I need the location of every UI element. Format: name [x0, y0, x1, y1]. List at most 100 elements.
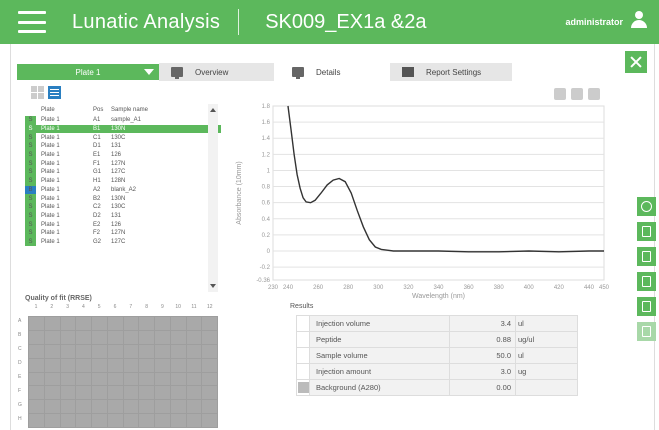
plate-well[interactable]	[107, 317, 123, 330]
plate-well[interactable]	[76, 414, 91, 427]
plate-well[interactable]	[44, 414, 60, 427]
plate-well[interactable]	[139, 330, 154, 344]
tab-overview[interactable]: Overview	[159, 63, 274, 81]
column-header-plate[interactable]: Plate	[36, 103, 93, 116]
scroll-down-icon[interactable]	[210, 284, 216, 288]
plate-well[interactable]	[29, 358, 44, 372]
plate-well[interactable]	[76, 330, 91, 344]
plate-well[interactable]	[123, 317, 139, 330]
plate-well[interactable]	[107, 344, 123, 358]
table-row[interactable]: S Plate 1 C2 130C	[25, 202, 221, 212]
plate-well[interactable]	[202, 372, 217, 386]
user-name[interactable]: administrator	[565, 17, 623, 27]
plate-well[interactable]	[170, 414, 186, 427]
plate-well[interactable]	[139, 317, 154, 330]
plate-well[interactable]	[202, 386, 217, 400]
plate-well[interactable]	[139, 414, 154, 427]
hamburger-menu-icon[interactable]	[18, 11, 46, 33]
plate-well[interactable]	[155, 330, 170, 344]
chart-button[interactable]	[637, 222, 656, 241]
plate-well[interactable]	[123, 414, 139, 427]
monitor-button[interactable]	[637, 297, 656, 316]
plate-well[interactable]	[186, 414, 202, 427]
scroll-up-icon[interactable]	[210, 108, 216, 112]
plate-well[interactable]	[202, 414, 217, 427]
plate-well[interactable]	[107, 400, 123, 414]
plate-well[interactable]	[92, 372, 107, 386]
plate-well[interactable]	[60, 358, 76, 372]
plate-well[interactable]	[170, 358, 186, 372]
grid-view-icon[interactable]	[31, 86, 44, 99]
plate-well[interactable]	[123, 372, 139, 386]
user-icon[interactable]	[631, 11, 647, 29]
plate-well[interactable]	[202, 400, 217, 414]
plate-well[interactable]	[155, 344, 170, 358]
plate-well[interactable]	[186, 386, 202, 400]
plate-well[interactable]	[60, 372, 76, 386]
plate-well[interactable]	[92, 358, 107, 372]
plate-well[interactable]	[29, 414, 44, 427]
table-row[interactable]: S Plate 1 G2 127C	[25, 237, 221, 247]
plate-well[interactable]	[139, 400, 154, 414]
close-button[interactable]	[625, 51, 647, 73]
table-row[interactable]: S Plate 1 C1 130C	[25, 133, 221, 143]
plate-well[interactable]	[107, 358, 123, 372]
expand-icon[interactable]	[588, 88, 600, 100]
plate-well[interactable]	[107, 372, 123, 386]
plate-well[interactable]	[139, 344, 154, 358]
plate-well[interactable]	[76, 317, 91, 330]
plate-well[interactable]	[60, 330, 76, 344]
plate-well[interactable]	[170, 344, 186, 358]
tab-details[interactable]: Details	[280, 63, 388, 81]
zoom-icon[interactable]	[554, 88, 566, 100]
table-row[interactable]: S Plate 1 A1 sample_A1	[25, 116, 221, 125]
document-button[interactable]	[637, 247, 656, 266]
plate-well[interactable]	[60, 317, 76, 330]
plate-well[interactable]	[76, 386, 91, 400]
plate-well[interactable]	[44, 330, 60, 344]
plate-well[interactable]	[186, 330, 202, 344]
table-row[interactable]: S Plate 1 G1 127C	[25, 168, 221, 177]
list-view-icon[interactable]	[48, 86, 61, 99]
plate-dropdown[interactable]: Plate 1	[17, 64, 159, 80]
plate-well[interactable]	[186, 358, 202, 372]
table-row[interactable]: S Plate 1 B1 130N	[25, 124, 221, 134]
plate-well[interactable]	[170, 386, 186, 400]
plate-well[interactable]	[29, 400, 44, 414]
table-row[interactable]: S Plate 1 E2 126	[25, 220, 221, 229]
table-row[interactable]: S Plate 1 F1 127N	[25, 159, 221, 169]
plate-well[interactable]	[155, 386, 170, 400]
plate-well[interactable]	[107, 330, 123, 344]
plate-well[interactable]	[60, 386, 76, 400]
table-row[interactable]: S Plate 1 H1 128N	[25, 176, 221, 186]
table-row[interactable]: S Plate 1 B2 130N	[25, 194, 221, 203]
plate-well[interactable]	[170, 372, 186, 386]
plate-well[interactable]	[123, 386, 139, 400]
plate-well[interactable]	[29, 386, 44, 400]
plate-well[interactable]	[44, 386, 60, 400]
plate-well[interactable]	[139, 386, 154, 400]
plate-well[interactable]	[186, 317, 202, 330]
plate-well[interactable]	[202, 317, 217, 330]
plate-well[interactable]	[92, 317, 107, 330]
plate-well[interactable]	[170, 317, 186, 330]
plate-well[interactable]	[92, 386, 107, 400]
plate-well[interactable]	[29, 317, 44, 330]
plate-well[interactable]	[107, 386, 123, 400]
plate-well[interactable]	[202, 344, 217, 358]
plate-well[interactable]	[155, 317, 170, 330]
plate-well[interactable]	[44, 372, 60, 386]
plate-well[interactable]	[60, 344, 76, 358]
plate-well[interactable]	[123, 344, 139, 358]
plate-well[interactable]	[155, 358, 170, 372]
fit-icon[interactable]	[571, 88, 583, 100]
plate-well[interactable]	[44, 344, 60, 358]
column-header-pos[interactable]: Pos	[93, 103, 111, 116]
column-header-sample-name[interactable]: Sample name	[111, 103, 221, 116]
report-button[interactable]	[637, 322, 656, 341]
tab-report-settings[interactable]: Report Settings	[390, 63, 512, 81]
plate-well[interactable]	[186, 400, 202, 414]
plate-well[interactable]	[60, 400, 76, 414]
save-button[interactable]	[637, 272, 656, 291]
plate-well[interactable]	[123, 358, 139, 372]
